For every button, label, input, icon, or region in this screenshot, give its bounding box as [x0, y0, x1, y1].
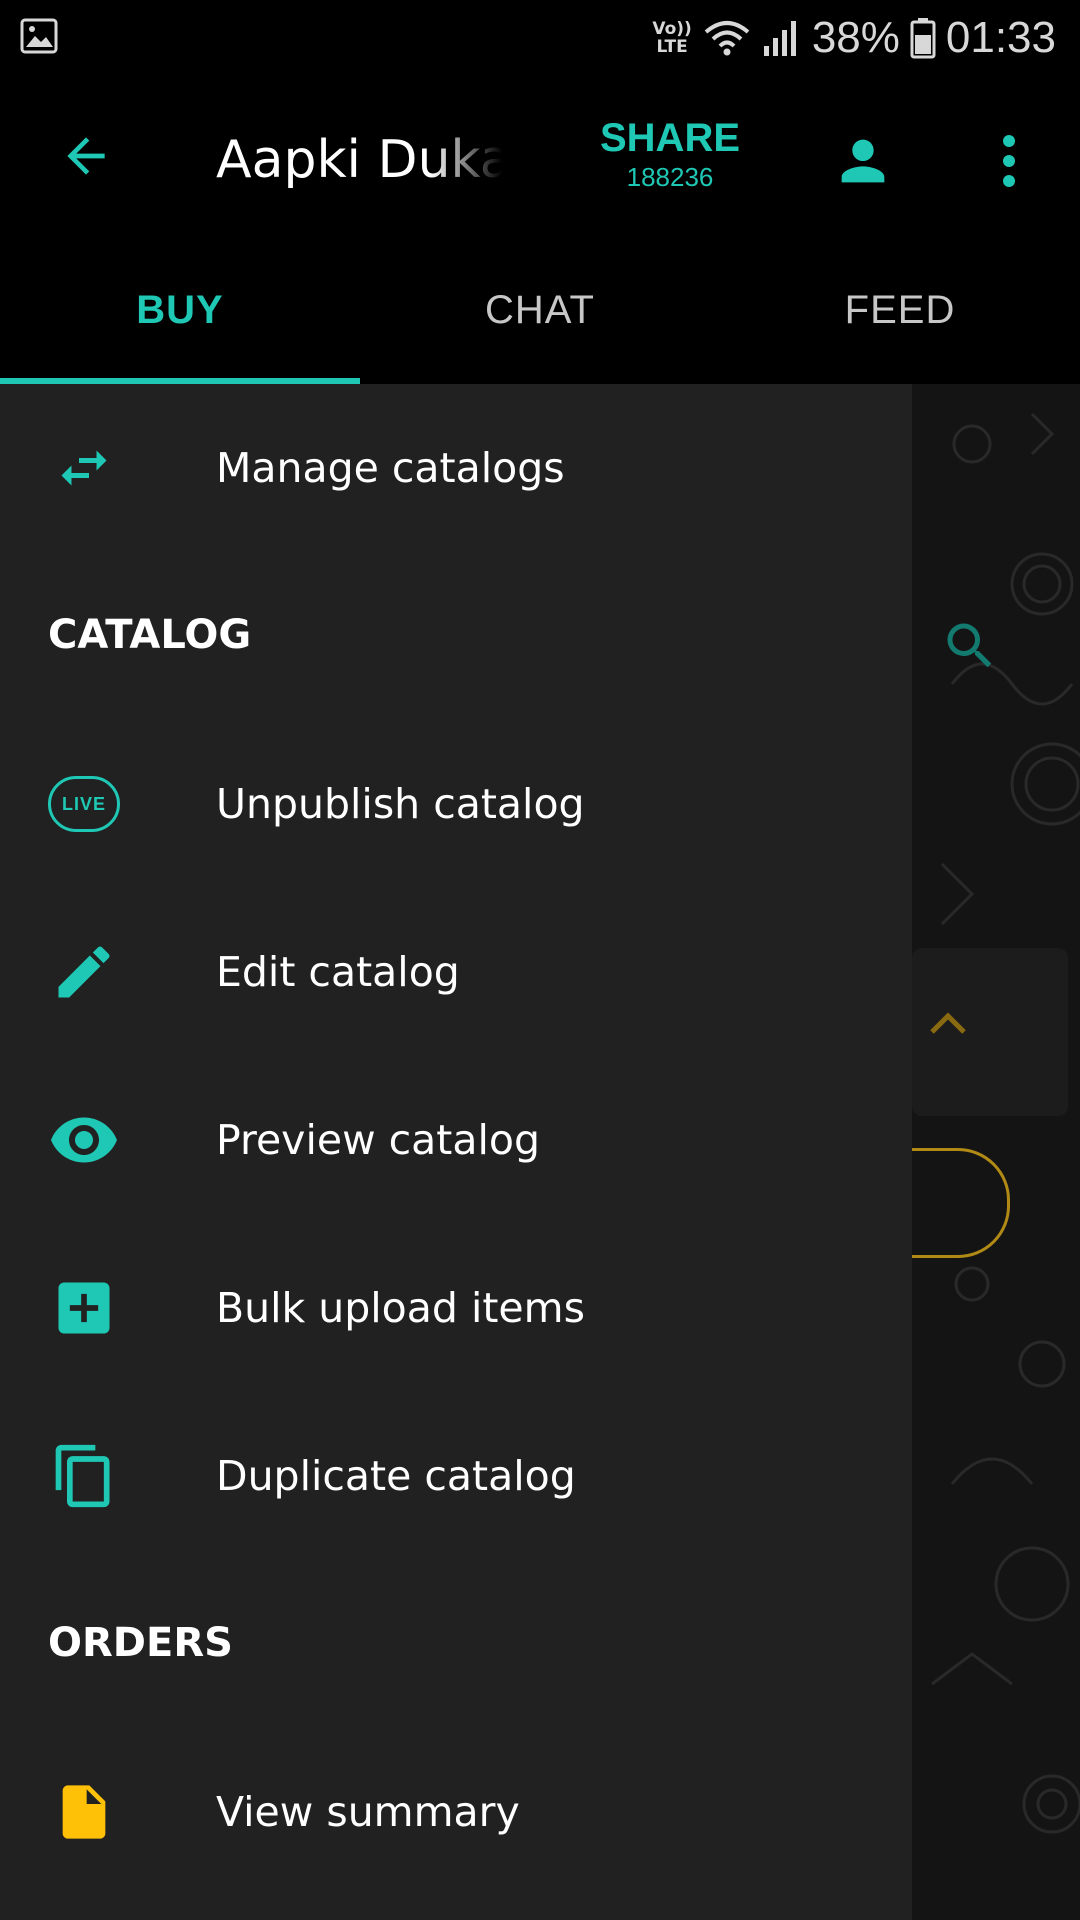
document-icon [48, 1776, 120, 1848]
person-icon [841, 139, 885, 183]
back-arrow-icon [67, 137, 105, 175]
tab-chat[interactable]: CHAT [360, 236, 720, 384]
bulk-upload-label: Bulk upload items [216, 1284, 585, 1332]
bulk-upload-item[interactable]: Bulk upload items [0, 1224, 912, 1392]
live-badge: LIVE [48, 776, 120, 832]
live-badge-icon: LIVE [48, 768, 120, 840]
copy-icon [48, 1440, 120, 1512]
catalog-section-header: CATALOG [48, 612, 252, 658]
profile-button[interactable] [828, 126, 898, 196]
manage-catalogs-item[interactable]: Manage catalogs [0, 384, 912, 552]
edit-catalog-item[interactable]: Edit catalog [0, 888, 912, 1056]
preview-catalog-item[interactable]: Preview catalog [0, 1056, 912, 1224]
status-bar: Vo)) LTE 38% 01:33 [0, 0, 1080, 76]
battery-icon [910, 18, 936, 59]
volte-line2: LTE [656, 37, 688, 57]
volte-line1: Vo)) [652, 19, 692, 39]
battery-percent: 38% [811, 13, 900, 62]
share-button[interactable]: SHARE 188236 [580, 116, 760, 196]
pencil-icon [48, 936, 120, 1008]
add-box-icon [48, 1272, 120, 1344]
swap-arrows-icon [48, 432, 120, 504]
clock: 01:33 [945, 13, 1056, 62]
unpublish-catalog-item[interactable]: LIVE Unpublish catalog [0, 720, 912, 888]
tab-feed[interactable]: FEED [720, 236, 1080, 384]
more-vert-icon [1003, 135, 1015, 187]
volte-indicator: Vo)) LTE [652, 20, 691, 56]
view-summary-item[interactable]: View summary [0, 1728, 912, 1896]
signal-icon [763, 21, 796, 56]
tab-buy[interactable]: BUY [0, 236, 360, 384]
edit-catalog-label: Edit catalog [216, 948, 460, 996]
tab-bar: BUY CHAT FEED [0, 236, 1080, 384]
duplicate-catalog-label: Duplicate catalog [216, 1452, 576, 1500]
chevron-up-icon [930, 1012, 966, 1034]
gallery-icon [20, 18, 58, 54]
more-options-button[interactable] [984, 126, 1034, 196]
share-count: 188236 [626, 162, 714, 192]
back-button[interactable] [48, 118, 124, 194]
manage-catalogs-label: Manage catalogs [216, 444, 565, 492]
app-bar: Aapki Dukaan SHARE 188236 [0, 76, 1080, 236]
duplicate-catalog-item[interactable]: Duplicate catalog [0, 1392, 912, 1560]
preview-catalog-label: Preview catalog [216, 1116, 540, 1164]
unpublish-catalog-label: Unpublish catalog [216, 780, 585, 828]
navigation-drawer: Manage catalogs CATALOG LIVE Unpublish c… [0, 384, 912, 1920]
eye-icon [48, 1104, 120, 1176]
search-icon [947, 623, 992, 668]
wifi-icon [704, 21, 750, 56]
orders-section-header: ORDERS [48, 1620, 233, 1666]
view-summary-label: View summary [216, 1788, 520, 1836]
share-label: SHARE [599, 116, 741, 160]
store-title: Aapki Dukaan [216, 130, 502, 190]
